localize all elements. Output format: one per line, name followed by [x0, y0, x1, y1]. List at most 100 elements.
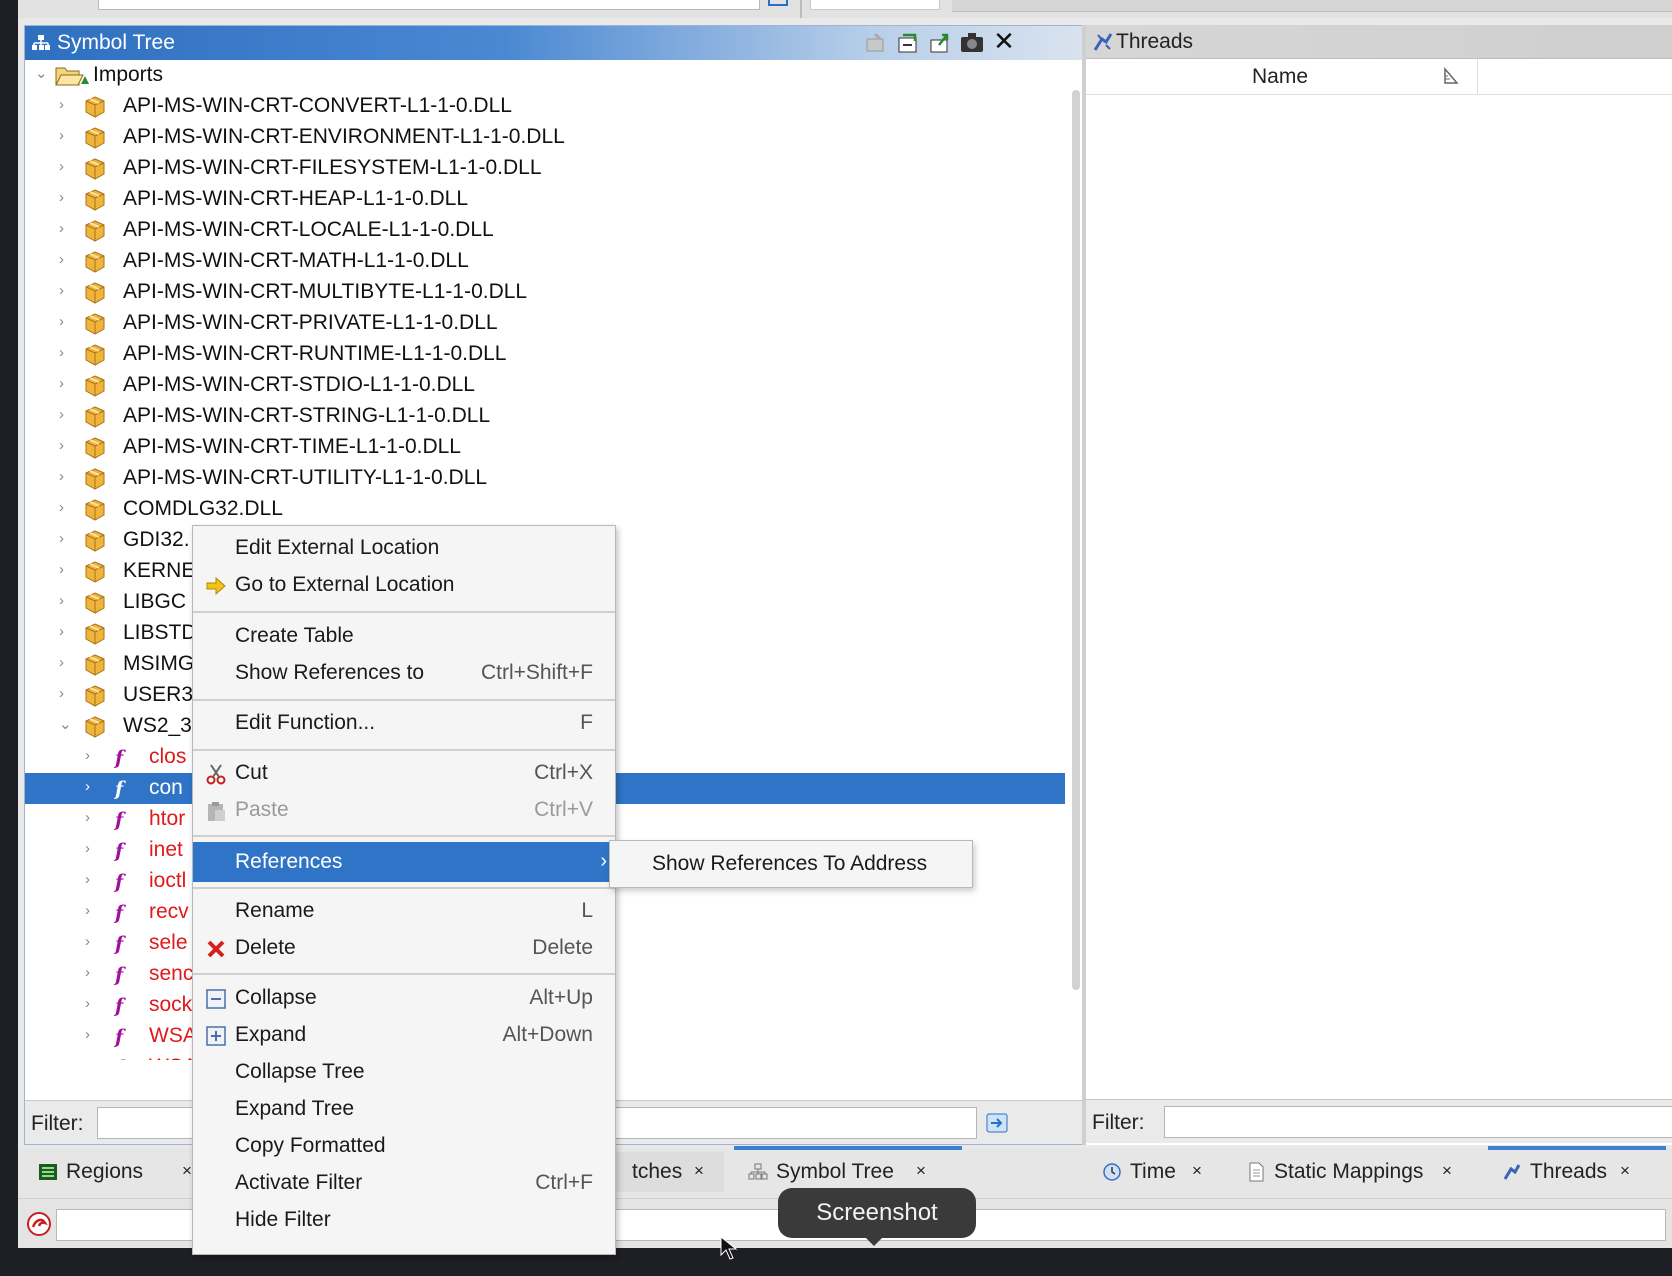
chevron-right-icon[interactable]: ›	[59, 221, 71, 236]
chevron-right-icon[interactable]: ›	[59, 655, 71, 670]
sort-icon[interactable]	[1442, 67, 1460, 85]
chevron-right-icon[interactable]: ›	[59, 500, 71, 515]
top-address-field[interactable]	[98, 0, 760, 10]
chevron-right-icon[interactable]: ›	[59, 252, 71, 267]
chevron-right-icon[interactable]: ›	[59, 438, 71, 453]
tree-node-library[interactable]: › API-MS-WIN-CRT-MATH-L1-1-0.DLL	[25, 246, 1065, 277]
chevron-right-icon[interactable]: ›	[59, 469, 71, 484]
menu-edit-external-location[interactable]: Edit External Location	[193, 530, 615, 567]
tree-node-library[interactable]: › API-MS-WIN-CRT-STDIO-L1-1-0.DLL	[25, 370, 1065, 401]
chevron-right-icon[interactable]: ›	[85, 965, 97, 980]
menu-go-to-external-location[interactable]: Go to External Location	[193, 567, 615, 604]
chevron-right-icon[interactable]: ›	[59, 314, 71, 329]
tree-node-library[interactable]: › API-MS-WIN-CRT-RUNTIME-L1-1-0.DLL	[25, 339, 1065, 370]
chevron-right-icon[interactable]: ›	[85, 748, 97, 763]
close-tab-icon[interactable]: ×	[182, 1161, 192, 1181]
tab-static-mappings[interactable]: Static Mappings ×	[1246, 1152, 1466, 1192]
tab-threads[interactable]: Threads ×	[1488, 1146, 1666, 1192]
tab-time[interactable]: Time ×	[1102, 1152, 1212, 1192]
menu-create-table[interactable]: Create Table	[193, 618, 615, 655]
close-tab-icon[interactable]: ×	[694, 1161, 704, 1181]
tree-vertical-scrollbar[interactable]	[1069, 64, 1083, 1054]
chevron-right-icon[interactable]: ›	[85, 996, 97, 1011]
column-header-name[interactable]: Name	[1086, 59, 1478, 95]
close-tab-icon[interactable]: ×	[1620, 1161, 1630, 1181]
chevron-right-icon[interactable]: ›	[85, 934, 97, 949]
top-field-button[interactable]	[768, 0, 788, 6]
function-icon: f	[115, 871, 124, 893]
tree-node-library[interactable]: › API-MS-WIN-CRT-HEAP-L1-1-0.DLL	[25, 184, 1065, 215]
chevron-down-icon[interactable]: ⌄	[59, 717, 72, 732]
menu-expand[interactable]: Expand Alt+Down	[193, 1017, 615, 1054]
menu-edit-function[interactable]: Edit Function... F	[193, 705, 615, 742]
chevron-right-icon[interactable]: ›	[59, 376, 71, 391]
tree-node-library[interactable]: › API-MS-WIN-CRT-CONVERT-L1-1-0.DLL	[25, 91, 1065, 122]
create-namespace-icon[interactable]	[863, 31, 889, 55]
threads-filter-input[interactable]	[1164, 1106, 1672, 1138]
menu-expand-tree[interactable]: Expand Tree	[193, 1091, 615, 1128]
menu-activate-filter[interactable]: Activate Filter Ctrl+F	[193, 1165, 615, 1202]
chevron-right-icon[interactable]: ›	[85, 841, 97, 856]
chevron-right-icon[interactable]: ›	[59, 345, 71, 360]
ghidra-dragon-icon[interactable]	[26, 1211, 52, 1237]
tree-node-label: WSA	[149, 1024, 197, 1047]
menu-collapse[interactable]: Collapse Alt+Up	[193, 980, 615, 1017]
tree-node-library[interactable]: › API-MS-WIN-CRT-MULTIBYTE-L1-1-0.DLL	[25, 277, 1065, 308]
tab-regions[interactable]: Regions ×	[38, 1152, 198, 1192]
tree-node-library[interactable]: › API-MS-WIN-CRT-PRIVATE-L1-1-0.DLL	[25, 308, 1065, 339]
chevron-right-icon[interactable]: ›	[85, 903, 97, 918]
chevron-right-icon[interactable]: ›	[59, 686, 71, 701]
chevron-right-icon[interactable]: ›	[59, 159, 71, 174]
import-icon[interactable]	[895, 31, 921, 55]
snapshot-icon[interactable]	[959, 31, 985, 55]
tree-node-library[interactable]: › API-MS-WIN-CRT-UTILITY-L1-1-0.DLL	[25, 463, 1065, 494]
menu-copy-formatted[interactable]: Copy Formatted	[193, 1128, 615, 1165]
filter-options-icon[interactable]	[985, 1111, 1009, 1135]
menu-separator	[193, 699, 615, 701]
chevron-right-icon[interactable]: ›	[59, 593, 71, 608]
tab-static-mappings-label: Static Mappings	[1274, 1160, 1424, 1183]
chevron-right-icon[interactable]: ›	[59, 562, 71, 577]
tree-node-label: API-MS-WIN-CRT-ENVIRONMENT-L1-1-0.DLL	[123, 125, 565, 148]
chevron-down-icon[interactable]: ⌄	[35, 66, 48, 81]
menu-rename[interactable]: Rename L	[193, 893, 615, 930]
tree-node-library[interactable]: › COMDLG32.DLL	[25, 494, 1065, 525]
menu-show-references-to[interactable]: Show References to Ctrl+Shift+F	[193, 655, 615, 692]
tree-node-library[interactable]: › API-MS-WIN-CRT-STRING-L1-1-0.DLL	[25, 401, 1065, 432]
menu-show-references-to-address[interactable]: Show References To Address	[652, 852, 927, 876]
chevron-right-icon[interactable]: ›	[59, 97, 71, 112]
chevron-right-icon[interactable]: ›	[59, 624, 71, 639]
close-tab-icon[interactable]: ×	[1442, 1161, 1452, 1181]
menu-hide-filter[interactable]: Hide Filter	[193, 1202, 615, 1239]
tab-symbol-tree[interactable]: Symbol Tree ×	[734, 1146, 962, 1192]
close-tab-icon[interactable]: ×	[916, 1161, 926, 1181]
menu-paste[interactable]: Paste Ctrl+V	[193, 792, 615, 829]
tree-node-imports[interactable]: ⌄ Imports	[25, 60, 1065, 91]
menu-collapse-tree[interactable]: Collapse Tree	[193, 1054, 615, 1091]
chevron-right-icon[interactable]: ›	[59, 128, 71, 143]
tree-node-library[interactable]: › API-MS-WIN-CRT-LOCALE-L1-1-0.DLL	[25, 215, 1065, 246]
chevron-right-icon[interactable]: ›	[85, 779, 97, 794]
menu-references[interactable]: References ›	[193, 842, 615, 882]
tree-node-library[interactable]: › API-MS-WIN-CRT-FILESYSTEM-L1-1-0.DLL	[25, 153, 1065, 184]
chevron-right-icon[interactable]: ›	[59, 190, 71, 205]
chevron-right-icon[interactable]: ›	[59, 407, 71, 422]
tab-watches[interactable]: tches ×	[616, 1152, 724, 1192]
export-icon[interactable]	[927, 31, 953, 55]
chevron-right-icon[interactable]: ›	[85, 810, 97, 825]
menu-label: Create Table	[235, 624, 354, 647]
close-panel-icon[interactable]: ✕	[991, 29, 1017, 55]
scrollbar-thumb[interactable]	[1072, 90, 1080, 990]
top-secondary-field[interactable]	[810, 0, 940, 10]
menu-cut[interactable]: Cut Ctrl+X	[193, 755, 615, 792]
chevron-right-icon[interactable]: ›	[59, 531, 71, 546]
chevron-right-icon[interactable]: ›	[85, 1027, 97, 1042]
top-scroll-bar[interactable]	[952, 0, 1672, 12]
chevron-right-icon[interactable]: ›	[85, 872, 97, 887]
tree-node-library[interactable]: › API-MS-WIN-CRT-ENVIRONMENT-L1-1-0.DLL	[25, 122, 1065, 153]
menu-delete[interactable]: Delete Delete	[193, 930, 615, 967]
chevron-right-icon[interactable]: ›	[59, 283, 71, 298]
close-tab-icon[interactable]: ×	[1192, 1161, 1202, 1181]
menu-label: Delete	[235, 936, 296, 959]
tree-node-library[interactable]: › API-MS-WIN-CRT-TIME-L1-1-0.DLL	[25, 432, 1065, 463]
